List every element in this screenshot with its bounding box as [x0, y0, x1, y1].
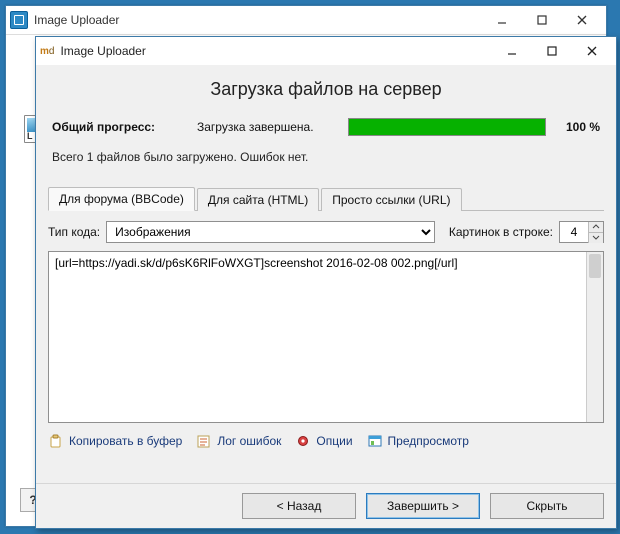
dialog-body: Загрузка файлов на сервер Общий прогресс… — [36, 65, 616, 528]
minimize-button[interactable] — [482, 7, 522, 33]
parent-window-controls — [482, 7, 602, 33]
dialog-maximize-button[interactable] — [532, 38, 572, 64]
preview-label: Предпросмотр — [388, 434, 469, 448]
parent-window-title: Image Uploader — [34, 13, 482, 27]
minimize-icon — [497, 15, 507, 25]
chevron-up-icon — [592, 224, 600, 229]
dialog-actions: < Назад Завершить > Скрыть — [36, 483, 616, 528]
progress-bar-fill — [349, 119, 545, 135]
hide-button[interactable]: Скрыть — [490, 493, 604, 519]
copy-button[interactable]: Копировать в буфер — [48, 433, 182, 449]
output-tabs: Для форума (BBCode) Для сайта (HTML) Про… — [48, 186, 604, 211]
pics-per-row-label: Картинок в строке: — [449, 225, 553, 239]
close-icon — [587, 46, 597, 56]
progress-percent: 100 % — [556, 120, 600, 134]
gear-icon — [295, 433, 311, 449]
log-button[interactable]: Лог ошибок — [196, 433, 281, 449]
close-icon — [577, 15, 587, 25]
textarea-scrollbar[interactable] — [586, 252, 603, 422]
tab-url[interactable]: Просто ссылки (URL) — [321, 188, 461, 211]
maximize-button[interactable] — [522, 7, 562, 33]
upload-dialog: md Image Uploader Загрузка файлов на сер… — [35, 36, 617, 529]
copy-label: Копировать в буфер — [69, 434, 182, 448]
minimize-icon — [507, 46, 517, 56]
options-button[interactable]: Опции — [295, 433, 352, 449]
pics-per-row-spinner[interactable] — [559, 221, 604, 243]
options-row: Тип кода: Изображения Картинок в строке: — [48, 221, 604, 243]
maximize-icon — [537, 15, 547, 25]
code-type-label: Тип кода: — [48, 225, 100, 239]
dialog-app-icon: md — [40, 46, 54, 57]
dialog-window-controls — [492, 38, 612, 64]
thumbnail-label: L — [27, 131, 33, 141]
preview-button[interactable]: Предпросмотр — [367, 433, 469, 449]
maximize-icon — [547, 46, 557, 56]
progress-status: Загрузка завершена. — [197, 120, 342, 134]
spinner-up-button[interactable] — [589, 222, 603, 232]
log-label: Лог ошибок — [217, 434, 281, 448]
chevron-down-icon — [592, 235, 600, 240]
finish-button[interactable]: Завершить > — [366, 493, 480, 519]
options-label: Опции — [316, 434, 352, 448]
dialog-minimize-button[interactable] — [492, 38, 532, 64]
scrollbar-thumb[interactable] — [589, 254, 601, 278]
output-textarea-wrap: [url=https://yadi.sk/d/p6sK6RlFoWXGT]scr… — [48, 251, 604, 423]
progress-bar — [348, 118, 546, 136]
bottom-toolbar: Копировать в буфер Лог ошибок Опции Пред… — [48, 433, 604, 449]
tab-html[interactable]: Для сайта (HTML) — [197, 188, 319, 211]
log-icon — [196, 433, 212, 449]
parent-titlebar: Image Uploader — [6, 6, 606, 35]
dialog-titlebar: md Image Uploader — [36, 37, 616, 66]
dialog-heading: Загрузка файлов на сервер — [36, 79, 616, 100]
close-button[interactable] — [562, 7, 602, 33]
pics-per-row-input[interactable] — [560, 224, 588, 240]
progress-label: Общий прогресс: — [52, 120, 197, 134]
clipboard-icon — [48, 433, 64, 449]
dialog-title: Image Uploader — [60, 44, 492, 58]
code-type-select[interactable]: Изображения — [106, 221, 435, 243]
upload-summary: Всего 1 файлов было загружено. Ошибок не… — [52, 150, 600, 164]
back-button[interactable]: < Назад — [242, 493, 356, 519]
preview-icon — [367, 433, 383, 449]
spinner-down-button[interactable] — [589, 232, 603, 243]
dialog-close-button[interactable] — [572, 38, 612, 64]
tab-bbcode[interactable]: Для форума (BBCode) — [48, 187, 195, 211]
output-textarea[interactable]: [url=https://yadi.sk/d/p6sK6RlFoWXGT]scr… — [49, 252, 586, 422]
progress-row: Общий прогресс: Загрузка завершена. 100 … — [52, 118, 600, 136]
app-icon — [10, 11, 28, 29]
